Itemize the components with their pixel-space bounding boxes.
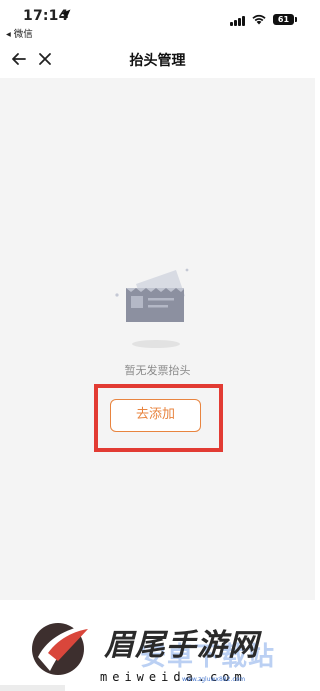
wifi-icon [252,14,266,25]
watermark-small-url: www.zgluwx882.com [182,676,246,683]
nav-bar: 抬头管理 [0,42,315,78]
add-invoice-title-button[interactable]: 去添加 [110,399,201,432]
battery-level: 61 [277,15,290,24]
empty-state-message: 暂无发票抬头 [124,364,191,377]
cellular-signal-icon [230,15,245,26]
site-watermark: 安卓下载站 眉尾手游网 meiweida.com www.zgluwx882.c… [0,600,315,691]
page-title: 抬头管理 [129,53,186,69]
status-bar: 17:14 ◂ 微信 61 [0,0,315,42]
empty-invoice-icon [115,268,189,348]
bottom-strip [0,685,65,691]
battery-icon: 61 [273,14,294,25]
watermark-title: 眉尾手游网 [104,628,259,663]
location-arrow-icon [60,9,71,20]
site-logo-icon [32,623,88,675]
back-to-wechat-link[interactable]: ◂ 微信 [6,26,33,40]
main-content: 暂无发票抬头 去添加 [0,78,315,600]
battery-cap [295,17,297,22]
